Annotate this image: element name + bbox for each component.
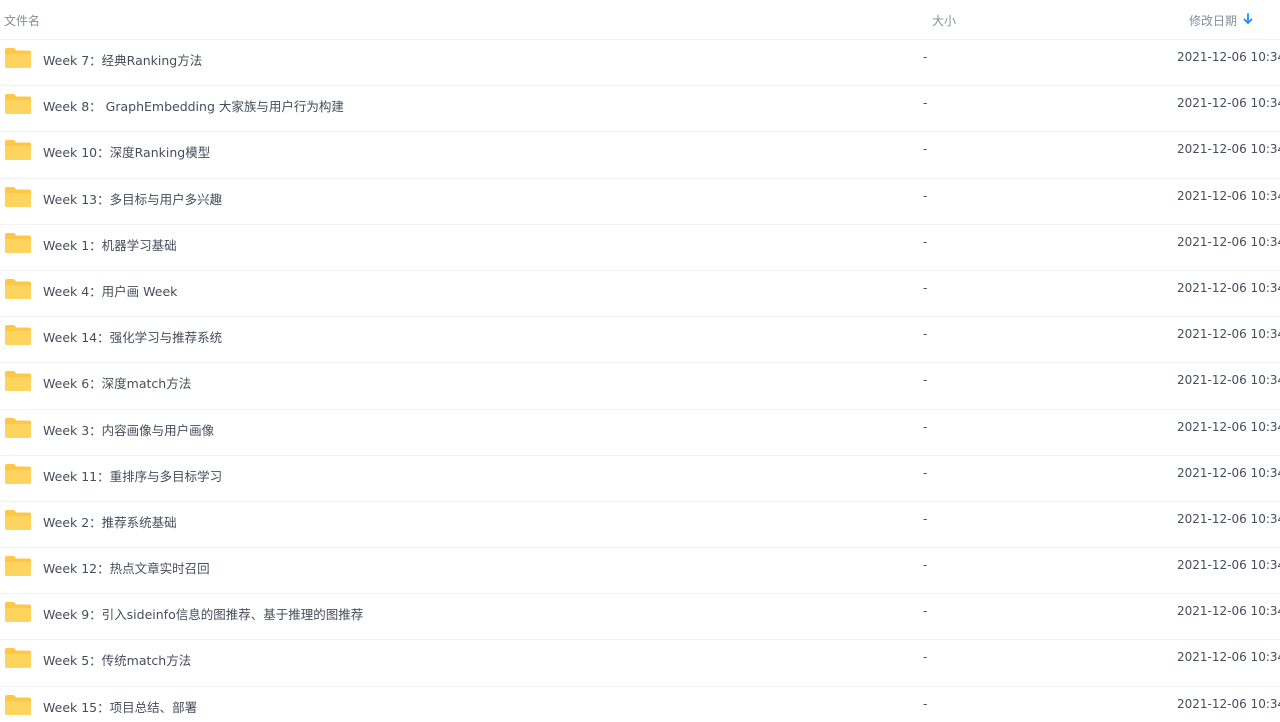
folder-icon (5, 94, 31, 115)
file-size: - (923, 50, 928, 64)
folder-icon (5, 602, 31, 623)
file-size: - (923, 327, 928, 342)
file-size: - (923, 465, 928, 480)
list-header: 文件名 大小 修改日期 (0, 0, 1280, 40)
table-row[interactable]: Week 8： GraphEmbedding 大家族与用户行为构建 - 2021-1… (0, 86, 1280, 133)
file-name[interactable]: Week 8： GraphEmbedding 大家族与用户行为构建 (43, 96, 344, 115)
file-name[interactable]: Week 10：深度Ranking模型 (43, 142, 210, 161)
folder-icon (5, 556, 31, 577)
table-row[interactable]: Week 12：热点文章实时召回 - 2021-12-06 10:34 (0, 548, 1280, 595)
file-name[interactable]: Week 12：热点文章实时召回 (43, 558, 210, 577)
table-row[interactable]: Week 6：深度match方法 - 2021-12-06 10:34 (0, 363, 1280, 410)
folder-icon (5, 278, 31, 299)
folder-icon (5, 648, 31, 669)
folder-icon (5, 48, 31, 68)
file-size: - (923, 558, 928, 573)
folder-icon (5, 371, 31, 392)
file-name[interactable]: Week 13：多目标与用户多兴趣 (43, 189, 222, 208)
column-header-size[interactable]: 大小 (932, 12, 956, 29)
folder-icon (5, 694, 31, 715)
file-size: - (923, 234, 928, 249)
column-header-name[interactable]: 文件名 (4, 12, 40, 29)
file-size: - (923, 696, 928, 711)
file-date: 2021-12-06 10:34 (1177, 327, 1280, 342)
column-header-date[interactable]: 修改日期 (1189, 12, 1237, 29)
table-row[interactable]: Week 1：机器学习基础 - 2021-12-06 10:34 (0, 225, 1280, 271)
folder-icon (5, 140, 31, 161)
file-date: 2021-12-06 10:34 (1177, 465, 1280, 480)
file-date: 2021-12-06 10:34 (1177, 696, 1280, 711)
file-date: 2021-12-06 10:34 (1177, 96, 1280, 111)
table-row[interactable]: Week 9：引入sideinfo信息的图推荐、基于推理的图推荐 - 2021-12… (0, 594, 1280, 641)
file-size: - (923, 373, 928, 388)
file-date: 2021-12-06 10:34 (1177, 188, 1280, 203)
file-date: 2021-12-06 10:34 (1177, 511, 1280, 526)
file-name[interactable]: Week 14：强化学习与推荐系统 (43, 327, 222, 346)
file-name[interactable]: Week 5：传统match方法 (43, 650, 191, 669)
file-list: 文件名 大小 修改日期 Week 7：经典Ranking方法 - 2021-12-0… (0, 0, 1280, 722)
table-row[interactable]: Week 15：项目总结、部署 - 2021-12-06 10:34 (0, 687, 1280, 722)
folder-icon (5, 186, 31, 207)
file-size: - (923, 650, 928, 665)
file-date: 2021-12-06 10:34 (1177, 604, 1280, 619)
table-row[interactable]: Week 2：推荐系统基础 - 2021-12-06 10:34 (0, 502, 1280, 549)
file-size: - (923, 419, 928, 434)
file-name[interactable]: Week 3：内容画像与用户画像 (43, 420, 214, 439)
file-name[interactable]: Week 7：经典Ranking方法 (43, 50, 202, 69)
table-row[interactable]: Week 4：用户画 Week - 2021-12-06 10:34 (0, 271, 1280, 318)
file-size: - (923, 511, 928, 526)
table-row[interactable]: Week 10：深度Ranking模型 - 2021-12-06 10:34 (0, 132, 1280, 179)
table-row[interactable]: Week 5：传统match方法 - 2021-12-06 10:34 (0, 640, 1280, 687)
file-size: - (923, 280, 928, 295)
table-row[interactable]: Week 13：多目标与用户多兴趣 - 2021-12-06 10:34 (0, 179, 1280, 225)
file-date: 2021-12-06 10:34 (1177, 373, 1280, 388)
file-size: - (923, 96, 928, 111)
table-row[interactable]: Week 14：强化学习与推荐系统 - 2021-12-06 10:34 (0, 317, 1280, 364)
file-rows: Week 7：经典Ranking方法 -2021-12-06 10:34 Week … (0, 40, 1280, 722)
file-date: 2021-12-06 10:34 (1177, 280, 1280, 295)
folder-icon (5, 509, 31, 530)
table-row[interactable]: Week 11：重排序与多目标学习 - 2021-12-06 10:34 (0, 456, 1280, 502)
file-name[interactable]: Week 6：深度match方法 (43, 373, 191, 392)
file-date: 2021-12-06 10:34 (1177, 50, 1280, 64)
folder-icon (5, 325, 31, 346)
file-date: 2021-12-06 10:34 (1177, 234, 1280, 249)
file-name[interactable]: Week 11：重排序与多目标学习 (43, 466, 222, 485)
folder-icon (5, 463, 31, 484)
file-date: 2021-12-06 10:34 (1177, 142, 1280, 157)
file-date: 2021-12-06 10:34 (1177, 419, 1280, 434)
file-name[interactable]: Week 9：引入sideinfo信息的图推荐、基于推理的图推荐 (43, 604, 363, 623)
table-row[interactable]: Week 3：内容画像与用户画像 - 2021-12-06 10:34 (0, 410, 1280, 456)
file-name[interactable]: Week 2：推荐系统基础 (43, 512, 177, 531)
file-name[interactable]: Week 15：项目总结、部署 (43, 697, 197, 716)
file-date: 2021-12-06 10:34 (1177, 650, 1280, 665)
file-name[interactable]: Week 4：用户画 Week (43, 281, 177, 300)
arrow-down-icon[interactable] (1243, 13, 1253, 25)
file-size: - (923, 142, 928, 157)
table-row[interactable]: Week 7：经典Ranking方法 - 2021-12-06 10:34 (0, 40, 1280, 87)
file-size: - (923, 188, 928, 203)
file-size: - (923, 604, 928, 619)
folder-icon (5, 232, 31, 253)
file-name[interactable]: Week 1：机器学习基础 (43, 235, 177, 254)
folder-icon (5, 417, 31, 438)
file-date: 2021-12-06 10:34 (1177, 558, 1280, 573)
